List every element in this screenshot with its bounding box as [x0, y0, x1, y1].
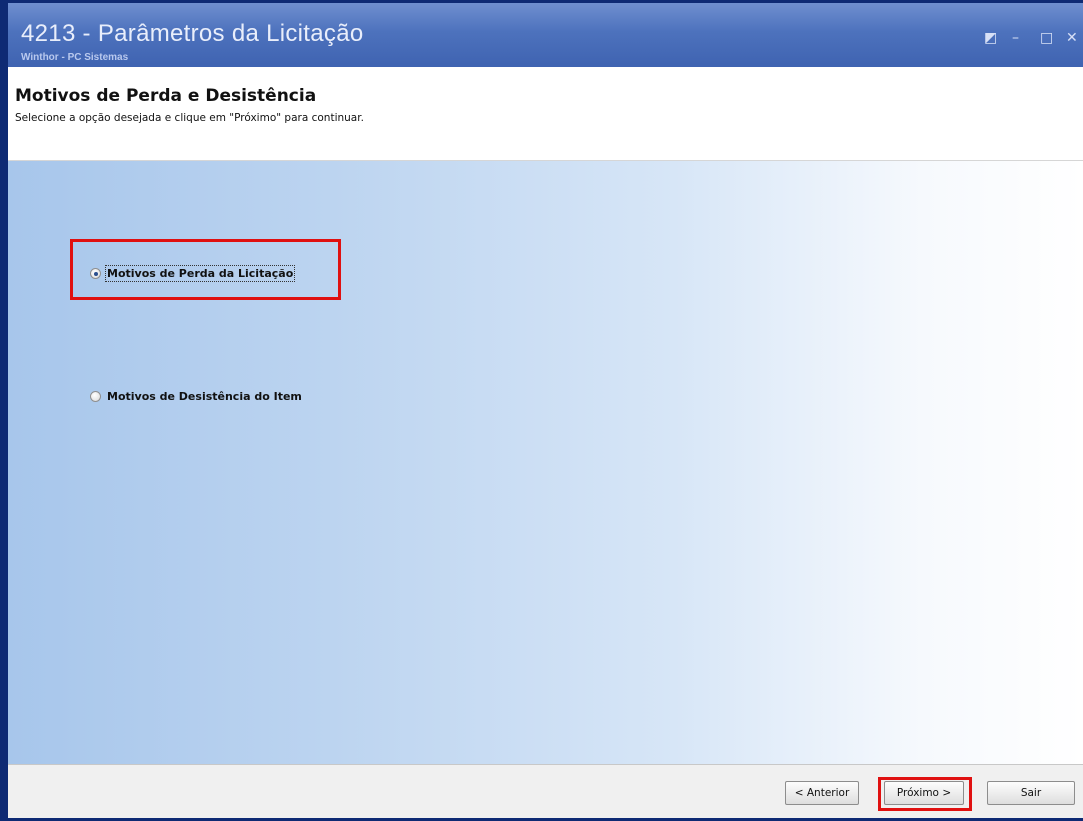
next-button[interactable]: Próximo >: [884, 781, 964, 805]
option-perda-licitacao[interactable]: Motivos de Perda da Licitação: [90, 265, 296, 282]
minimize-icon[interactable]: –: [1012, 31, 1019, 45]
title-bar[interactable]: 4213 - Parâmetros da Licitação Winthor -…: [8, 3, 1083, 67]
option-label[interactable]: Motivos de Desistência do Item: [107, 390, 302, 403]
wizard-header: Motivos de Perda e Desistência Selecione…: [8, 67, 1083, 161]
wizard-window: 4213 - Parâmetros da Licitação Winthor -…: [0, 0, 1083, 821]
restore-icon[interactable]: ◩: [984, 31, 997, 45]
option-label[interactable]: Motivos de Perda da Licitação: [104, 265, 296, 282]
maximize-icon[interactable]: □: [1040, 31, 1053, 45]
exit-button[interactable]: Sair: [987, 781, 1075, 805]
close-icon[interactable]: ✕: [1066, 31, 1078, 45]
radio-button[interactable]: [90, 391, 101, 402]
back-button[interactable]: < Anterior: [785, 781, 859, 805]
page-instruction: Selecione a opção desejada e clique em "…: [15, 112, 364, 124]
radio-button-selected[interactable]: [90, 268, 101, 279]
window-title: 4213 - Parâmetros da Licitação: [21, 20, 364, 47]
wizard-footer: < Anterior Próximo > Sair: [8, 764, 1083, 818]
page-title: Motivos de Perda e Desistência: [15, 86, 317, 106]
options-panel: Motivos de Perda da Licitação Motivos de…: [8, 161, 1083, 764]
window-subtitle: Winthor - PC Sistemas: [21, 52, 129, 63]
option-desistencia-item[interactable]: Motivos de Desistência do Item: [90, 390, 302, 403]
